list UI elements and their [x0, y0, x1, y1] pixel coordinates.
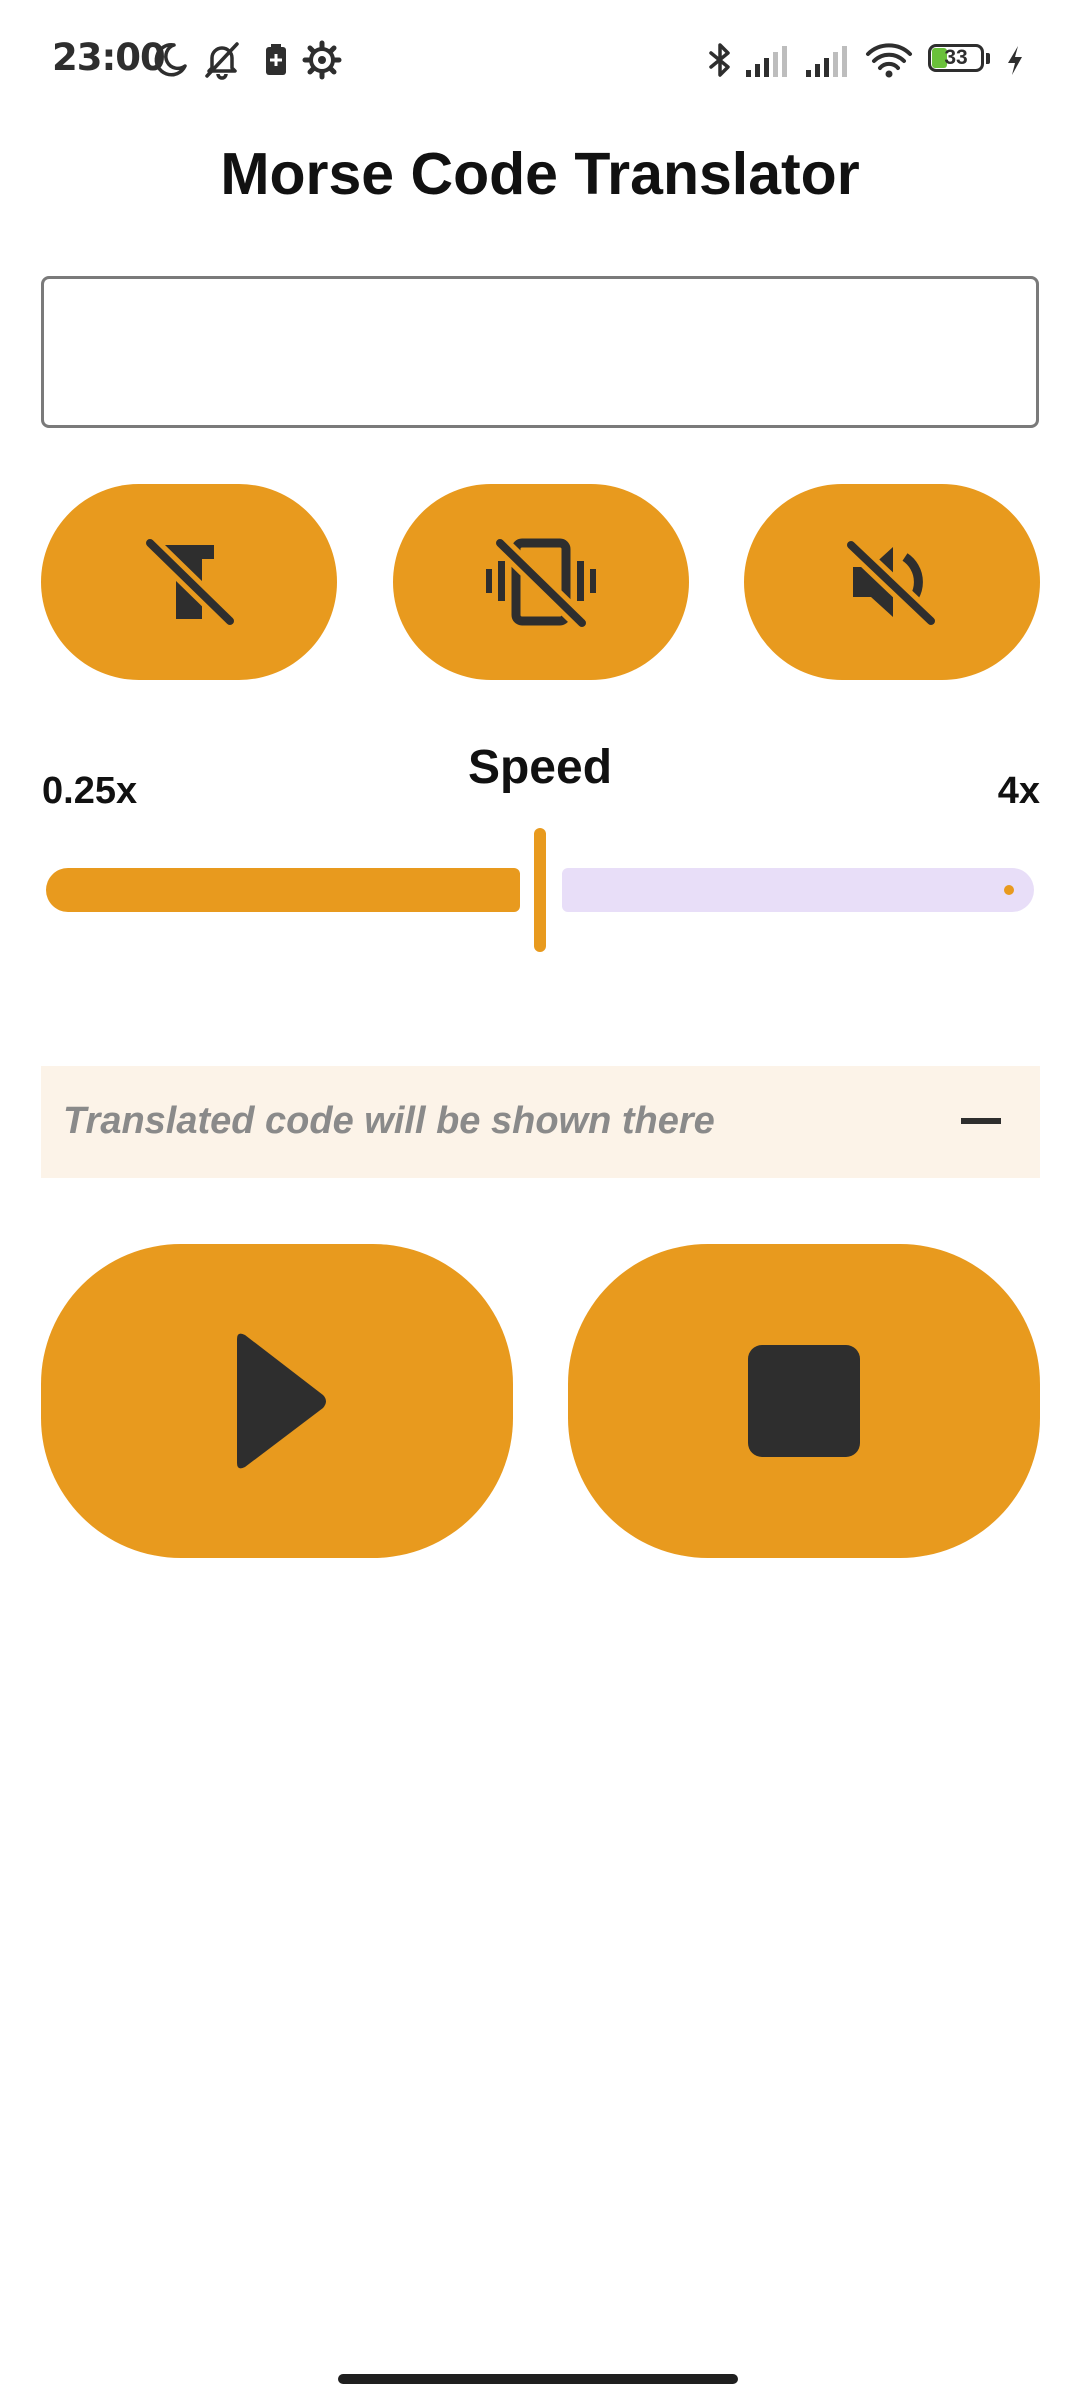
flashlight-off-icon	[141, 534, 239, 630]
settings-gear-icon	[302, 40, 342, 80]
bell-off-icon	[202, 40, 242, 80]
battery-icon: 33	[928, 44, 992, 76]
slider-inactive-track	[562, 868, 1034, 912]
signal-icon	[804, 40, 854, 80]
charging-icon	[1000, 40, 1030, 80]
speed-label: Speed	[467, 741, 613, 794]
battery-saver-icon	[256, 40, 296, 80]
home-indicator[interactable]	[338, 2374, 738, 2384]
play-icon	[237, 1333, 326, 1469]
status-time: 23:00	[52, 36, 166, 79]
speed-max-label: 4x	[997, 770, 1040, 812]
page-title: Morse Code Translator	[220, 141, 860, 207]
volume-off-icon	[842, 536, 940, 630]
moon-icon	[150, 40, 190, 80]
text-input[interactable]	[41, 276, 1039, 428]
slider-active-track	[46, 868, 520, 912]
slider-stop-indicator	[1004, 885, 1014, 895]
speed-min-label: 0.25x	[42, 770, 138, 812]
stop-icon	[748, 1345, 860, 1457]
sound-toggle-button[interactable]	[744, 484, 1040, 680]
signal-icon	[744, 40, 794, 80]
slider-thumb[interactable]	[534, 828, 546, 952]
wifi-icon	[864, 40, 914, 80]
speed-slider[interactable]	[44, 828, 1036, 956]
stop-button[interactable]	[568, 1244, 1040, 1558]
battery-level: 33	[944, 46, 968, 69]
translation-placeholder: Translated code will be shown there	[63, 1100, 715, 1142]
status-bar: 23:00 33	[0, 0, 1080, 120]
dash-icon	[961, 1112, 1001, 1130]
vibration-toggle-button[interactable]	[393, 484, 689, 680]
flashlight-toggle-button[interactable]	[41, 484, 337, 680]
bluetooth-icon	[700, 40, 740, 80]
translation-output: Translated code will be shown there	[41, 1066, 1040, 1178]
play-button[interactable]	[41, 1244, 513, 1558]
vibration-off-icon	[486, 534, 596, 632]
